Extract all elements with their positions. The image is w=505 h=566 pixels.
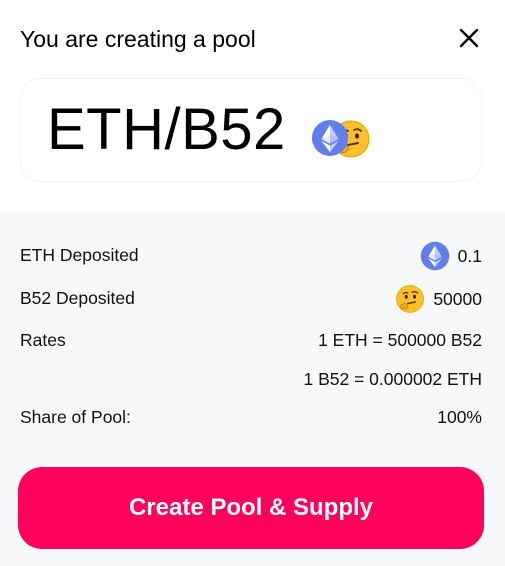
share-of-pool-label: Share of Pool: [20, 407, 131, 427]
create-pool-supply-button[interactable]: Create Pool & Supply [18, 467, 484, 549]
rate-b52-to-eth: 1 B52 = 0.000002 ETH [303, 369, 482, 389]
share-of-pool-row: Share of Pool: 100% [20, 403, 482, 433]
modal-header: You are creating a pool [20, 24, 485, 56]
pair-token-icons [311, 117, 375, 161]
pair-name: ETH/B52 [47, 97, 286, 162]
b52-deposited-row: B52 Deposited 50000 [20, 284, 482, 314]
thinking-face-icon [395, 284, 425, 314]
rates-label: Rates [20, 330, 66, 350]
rates-row-2: 1 B52 = 0.000002 ETH [20, 365, 482, 395]
eth-deposited-label: ETH Deposited [20, 245, 139, 265]
rate-eth-to-b52: 1 ETH = 500000 B52 [318, 330, 482, 350]
eth-deposited-row: ETH Deposited 0.1 [20, 241, 482, 271]
rates-row: Rates 1 ETH = 500000 B52 [20, 326, 482, 356]
b52-deposited-label: B52 Deposited [20, 288, 135, 308]
b52-deposited-value: 50000 [433, 288, 482, 309]
share-of-pool-value: 100% [437, 407, 482, 427]
b52-deposited-value-group: 50000 [395, 284, 482, 314]
modal-title: You are creating a pool [20, 26, 256, 52]
eth-deposited-value-group: 0.1 [420, 241, 482, 271]
eth-deposited-value: 0.1 [457, 245, 482, 266]
eth-icon [311, 119, 349, 157]
pair-summary: ETH/B52 [20, 78, 482, 182]
close-icon[interactable] [457, 26, 481, 50]
eth-icon [420, 241, 450, 271]
